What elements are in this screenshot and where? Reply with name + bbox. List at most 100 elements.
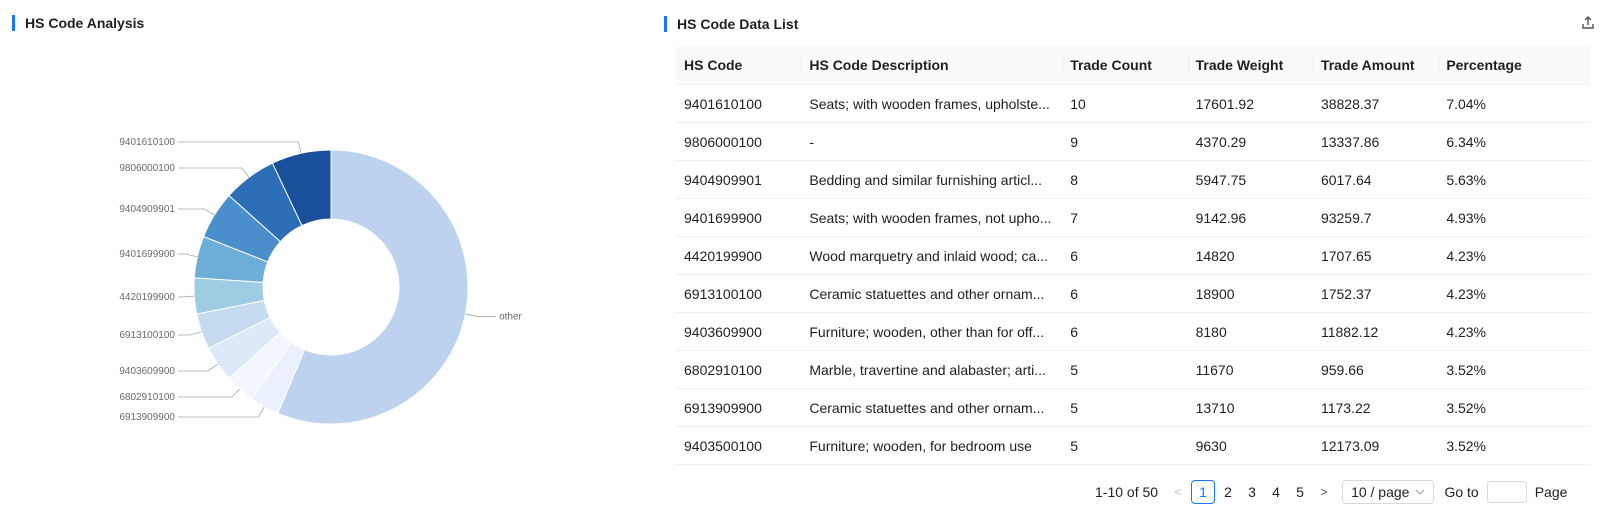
header-hs-code-description[interactable]: HS Code Description: [801, 46, 1063, 85]
slice-label-6913100100: 6913100100: [119, 330, 175, 341]
page-4-button[interactable]: 4: [1265, 481, 1287, 503]
cell-percentage: 4.23%: [1438, 274, 1590, 313]
cell-trade-amount: 13337.86: [1312, 122, 1439, 161]
slice-label-6802910100: 6802910100: [119, 392, 175, 403]
table-row[interactable]: 6913909900 Ceramic statuettes and other o…: [676, 388, 1590, 427]
label-line-9404909901: [178, 208, 215, 216]
cell-description: Seats; with wooden frames, upholste...: [801, 84, 1063, 123]
table-row[interactable]: 6802910100 Marble, travertine and alabast…: [676, 350, 1590, 389]
cell-percentage: 4.23%: [1438, 236, 1590, 275]
cell-trade-count: 6: [1062, 236, 1188, 275]
cell-trade-weight: 4370.29: [1187, 122, 1313, 161]
cell-percentage: 4.23%: [1438, 312, 1590, 351]
cell-trade-amount: 959.66: [1312, 350, 1439, 389]
cell-trade-count: 7: [1062, 198, 1188, 237]
label-line-4420199900: [178, 295, 195, 298]
page-5-button[interactable]: 5: [1289, 481, 1311, 503]
slice-label-9806000100: 9806000100: [119, 163, 175, 174]
pagination-total: 1-10 of 50: [1095, 484, 1159, 500]
table-row[interactable]: 9401610100 Seats; with wooden frames, uph…: [676, 84, 1590, 123]
cell-trade-amount: 6017.64: [1312, 160, 1439, 199]
label-line-6802910100: [178, 388, 240, 398]
cell-trade-amount: 93259.7: [1312, 198, 1439, 237]
table-row[interactable]: 9806000100-9 4370.29 13337.86 6.34%: [676, 122, 1590, 161]
table-row[interactable]: 4420199900 Wood marquetry and inlaid wood…: [676, 236, 1590, 275]
cell-hs-code: 4420199900: [676, 236, 802, 275]
slice-label-9403609900: 9403609900: [119, 366, 175, 377]
page-3-button[interactable]: 3: [1241, 481, 1263, 503]
table-row[interactable]: 9403500100 Furniture; wooden, for bedroom…: [676, 426, 1590, 465]
slice-label-9404909901: 9404909901: [119, 204, 175, 215]
table-header-row: HS Code HS Code Description Trade Count …: [676, 46, 1590, 85]
cell-hs-code: 6802910100: [676, 350, 802, 389]
cell-trade-weight: 9630: [1187, 426, 1313, 465]
cell-trade-count: 5: [1062, 350, 1188, 389]
goto-label: Go to: [1444, 484, 1479, 500]
hs-code-analysis-title: HS Code Analysis: [12, 15, 144, 31]
chevron-down-icon: [1416, 489, 1425, 495]
header-hs-code[interactable]: HS Code: [676, 46, 802, 85]
cell-hs-code: 9404909901: [676, 160, 802, 199]
page-1-button[interactable]: 1: [1191, 480, 1216, 504]
goto-page-input[interactable]: [1486, 481, 1527, 503]
cell-percentage: 3.52%: [1438, 350, 1590, 389]
label-line-9401699900: [178, 253, 198, 258]
cell-description: Ceramic statuettes and other ornam...: [801, 388, 1063, 427]
cell-percentage: 7.04%: [1438, 84, 1590, 123]
cell-percentage: 4.93%: [1438, 198, 1590, 237]
cell-description: Seats; with wooden frames, not upho...: [801, 198, 1063, 237]
cell-description: Wood marquetry and inlaid wood; ca...: [801, 236, 1063, 275]
cell-trade-amount: 38828.37: [1312, 84, 1439, 123]
slice-label-4420199900: 4420199900: [119, 292, 175, 303]
header-percentage[interactable]: Percentage: [1438, 46, 1590, 85]
cell-description: Ceramic statuettes and other ornam...: [801, 274, 1063, 313]
cell-trade-amount: 1707.65: [1312, 236, 1439, 275]
hs-code-data-list-title: HS Code Data List: [664, 16, 798, 32]
table-row[interactable]: 9403609900 Furniture; wooden, other than …: [676, 312, 1590, 351]
label-line-9403609900: [178, 363, 218, 372]
cell-hs-code: 6913100100: [676, 274, 802, 313]
cell-percentage: 3.52%: [1438, 426, 1590, 465]
export-icon[interactable]: [1580, 15, 1596, 31]
page-label: Page: [1534, 484, 1568, 500]
cell-trade-weight: 14820: [1187, 236, 1313, 275]
label-line-9401610100: [178, 141, 302, 154]
hs-code-data-table: HS Code HS Code Description Trade Count …: [676, 46, 1590, 465]
cell-trade-count: 5: [1062, 426, 1188, 465]
page-size-select[interactable]: 10 / page: [1342, 480, 1435, 504]
cell-description: Bedding and similar furnishing articl...: [801, 160, 1063, 199]
cell-description: -: [801, 122, 1063, 161]
table-row[interactable]: 6913100100 Ceramic statuettes and other o…: [676, 274, 1590, 313]
label-line-other: [465, 313, 497, 317]
next-page-button[interactable]: >: [1313, 481, 1335, 503]
table-row[interactable]: 9401699900 Seats; with wooden frames, not…: [676, 198, 1590, 237]
prev-page-button[interactable]: <: [1167, 481, 1189, 503]
slice-label-9401699900: 9401699900: [119, 249, 175, 260]
page-size-value: 10 / page: [1351, 484, 1410, 500]
cell-hs-code: 9401610100: [676, 84, 802, 123]
header-trade-amount[interactable]: Trade Amount: [1312, 46, 1439, 85]
cell-trade-count: 9: [1062, 122, 1188, 161]
cell-hs-code: 6913909900: [676, 388, 802, 427]
cell-trade-weight: 17601.92: [1187, 84, 1313, 123]
header-trade-count[interactable]: Trade Count: [1062, 46, 1188, 85]
slice-label-other: other: [499, 311, 522, 322]
cell-trade-count: 6: [1062, 274, 1188, 313]
label-line-9806000100: [178, 167, 250, 178]
cell-description: Furniture; wooden, other than for off...: [801, 312, 1063, 351]
cell-trade-count: 8: [1062, 160, 1188, 199]
table-row[interactable]: 9404909901 Bedding and similar furnishing…: [676, 160, 1590, 199]
slice-label-9401610100: 9401610100: [119, 137, 175, 148]
cell-trade-weight: 13710: [1187, 388, 1313, 427]
header-trade-weight[interactable]: Trade Weight: [1187, 46, 1313, 85]
cell-trade-weight: 8180: [1187, 312, 1313, 351]
cell-trade-weight: 5947.75: [1187, 160, 1313, 199]
cell-hs-code: 9403609900: [676, 312, 802, 351]
page-2-button[interactable]: 2: [1217, 481, 1239, 503]
cell-trade-weight: 18900: [1187, 274, 1313, 313]
cell-percentage: 6.34%: [1438, 122, 1590, 161]
cell-hs-code: 9806000100: [676, 122, 802, 161]
cell-trade-count: 10: [1062, 84, 1188, 123]
slice-label-6913909900: 6913909900: [119, 412, 175, 423]
cell-percentage: 3.52%: [1438, 388, 1590, 427]
